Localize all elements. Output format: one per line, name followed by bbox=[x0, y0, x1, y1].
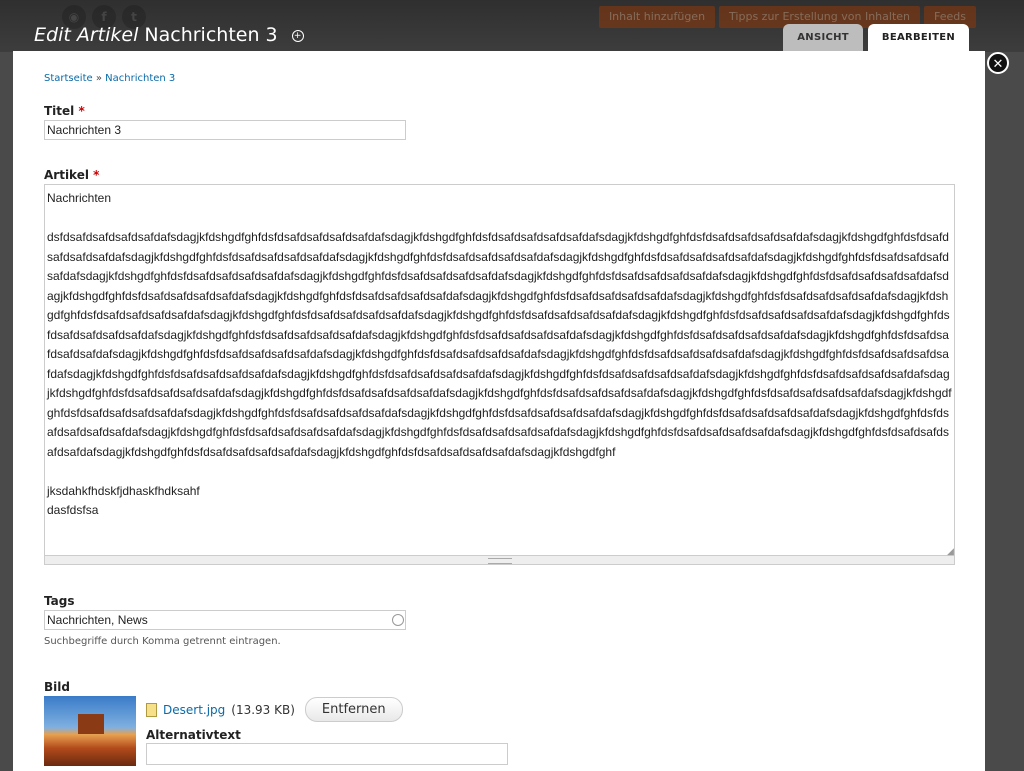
breadcrumb-home[interactable]: Startseite bbox=[44, 73, 93, 84]
close-overlay-button[interactable]: ✕ bbox=[987, 52, 1009, 74]
breadcrumb-current[interactable]: Nachrichten 3 bbox=[105, 73, 175, 84]
article-line-4: dasfdsfsa bbox=[47, 503, 99, 517]
title-label: Titel * bbox=[44, 104, 85, 118]
article-label-text: Artikel bbox=[44, 168, 89, 182]
resize-corner-icon[interactable]: ◢ bbox=[947, 547, 954, 557]
add-content-link[interactable]: Inhalt hinzufügen bbox=[598, 6, 716, 28]
tags-input[interactable]: Nachrichten, News bbox=[44, 610, 406, 630]
autocomplete-icon bbox=[392, 614, 404, 626]
textarea-resize-grip[interactable] bbox=[44, 556, 955, 565]
article-label: Artikel * bbox=[44, 168, 99, 182]
breadcrumb-separator: » bbox=[95, 73, 102, 84]
add-shortcut-icon[interactable]: + bbox=[291, 29, 304, 42]
title-input[interactable]: Nachrichten 3 bbox=[44, 120, 406, 140]
image-label: Bild bbox=[44, 680, 70, 694]
file-link[interactable]: Desert.jpg bbox=[163, 703, 225, 717]
alt-text-label: Alternativtext bbox=[146, 728, 241, 742]
article-line-body: dsfdsafdsafdsafdsafdafsdagjkfdshgdfghfds… bbox=[47, 230, 952, 459]
breadcrumb: Startseite » Nachrichten 3 bbox=[44, 73, 175, 84]
tags-label: Tags bbox=[44, 594, 75, 608]
article-line-heading: Nachrichten bbox=[47, 191, 112, 205]
page-title: Edit Artikel Nachrichten 3 + bbox=[34, 24, 304, 46]
page-title-name: Nachrichten 3 bbox=[144, 24, 278, 46]
article-line-3: jksdahkfhdskfjdhaskfhdksahf bbox=[47, 483, 200, 498]
tags-help-text: Suchbegriffe durch Komma getrennt eintra… bbox=[44, 636, 281, 647]
alt-text-input[interactable] bbox=[146, 743, 508, 765]
tab-view[interactable]: ANSICHT bbox=[783, 24, 863, 52]
required-mark: * bbox=[93, 168, 100, 182]
remove-button[interactable]: Entfernen bbox=[304, 697, 403, 722]
overlay-tabs: ANSICHT BEARBEITEN bbox=[783, 24, 969, 52]
overlay-panel: Startseite » Nachrichten 3 Titel * Nachr… bbox=[13, 51, 985, 771]
file-size: (13.93 KB) bbox=[231, 702, 295, 717]
image-thumbnail bbox=[44, 696, 136, 766]
page-title-prefix: Edit Artikel bbox=[34, 24, 139, 46]
required-mark: * bbox=[78, 104, 85, 118]
file-row: Desert.jpg (13.93 KB) Entfernen bbox=[146, 697, 403, 722]
article-textarea[interactable]: Nachrichten dsfdsafdsafdsafdsafdafsdagjk… bbox=[44, 184, 955, 556]
title-label-text: Titel bbox=[44, 104, 75, 118]
file-icon bbox=[146, 702, 157, 717]
tab-edit[interactable]: BEARBEITEN bbox=[867, 24, 969, 52]
